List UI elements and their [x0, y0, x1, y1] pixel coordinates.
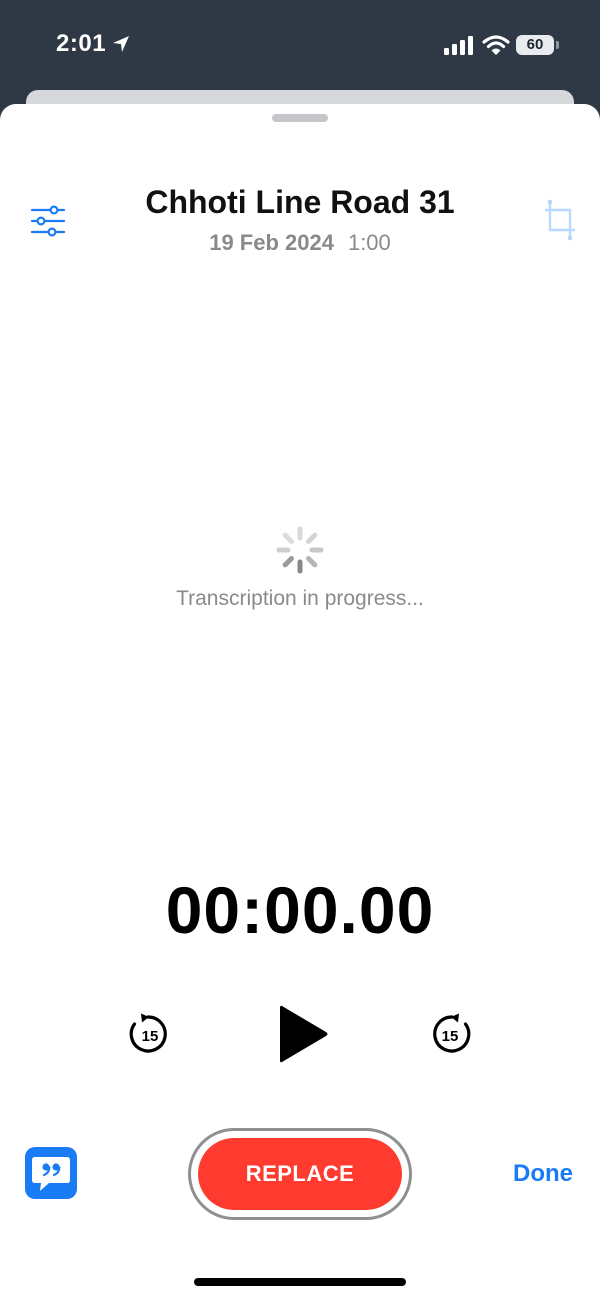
wifi-icon: [482, 35, 510, 55]
transcription-status: Transcription in progress...: [176, 587, 424, 610]
recording-date: 19 Feb 2024: [209, 230, 334, 255]
skip-back-15-glyph: 15: [129, 1013, 167, 1053]
replace-button-ring: REPLACE: [188, 1128, 412, 1220]
recording-duration: 1:00: [347, 230, 391, 255]
quote-bubble-glyph: [32, 1157, 70, 1191]
done-button[interactable]: Done: [500, 1160, 586, 1188]
status-time: 2:01: [56, 30, 107, 57]
status-bar: 2:01 60: [0, 0, 600, 90]
cellular-signal-icon: [444, 36, 473, 55]
recording-sheet: Chhoti Line Road 31 19 Feb 2024 1:00 Tran…: [0, 104, 600, 1300]
quote-bubble-icon[interactable]: [25, 1147, 77, 1199]
playback-timer: 00:00.00: [165, 873, 435, 947]
skip-back-15-icon[interactable]: 15: [128, 1012, 172, 1056]
replace-button[interactable]: REPLACE: [198, 1138, 402, 1210]
battery-icon: 60: [516, 35, 560, 55]
skip-forward-15-icon[interactable]: 15: [428, 1012, 472, 1056]
battery-level: 60: [516, 35, 554, 55]
location-arrow-icon: [113, 36, 129, 52]
skip-forward-seconds: 15: [442, 1028, 459, 1045]
skip-back-seconds: 15: [142, 1028, 159, 1045]
recording-meta: 19 Feb 2024 1:00: [0, 230, 600, 256]
battery-cap: [556, 41, 559, 49]
skip-forward-15-glyph: 15: [433, 1013, 471, 1053]
sheet-grabber[interactable]: [272, 114, 328, 122]
play-icon[interactable]: [274, 1002, 334, 1066]
home-indicator[interactable]: [194, 1278, 406, 1286]
loading-spinner-icon: [276, 526, 324, 574]
recording-title[interactable]: Chhoti Line Road 31: [0, 184, 600, 221]
